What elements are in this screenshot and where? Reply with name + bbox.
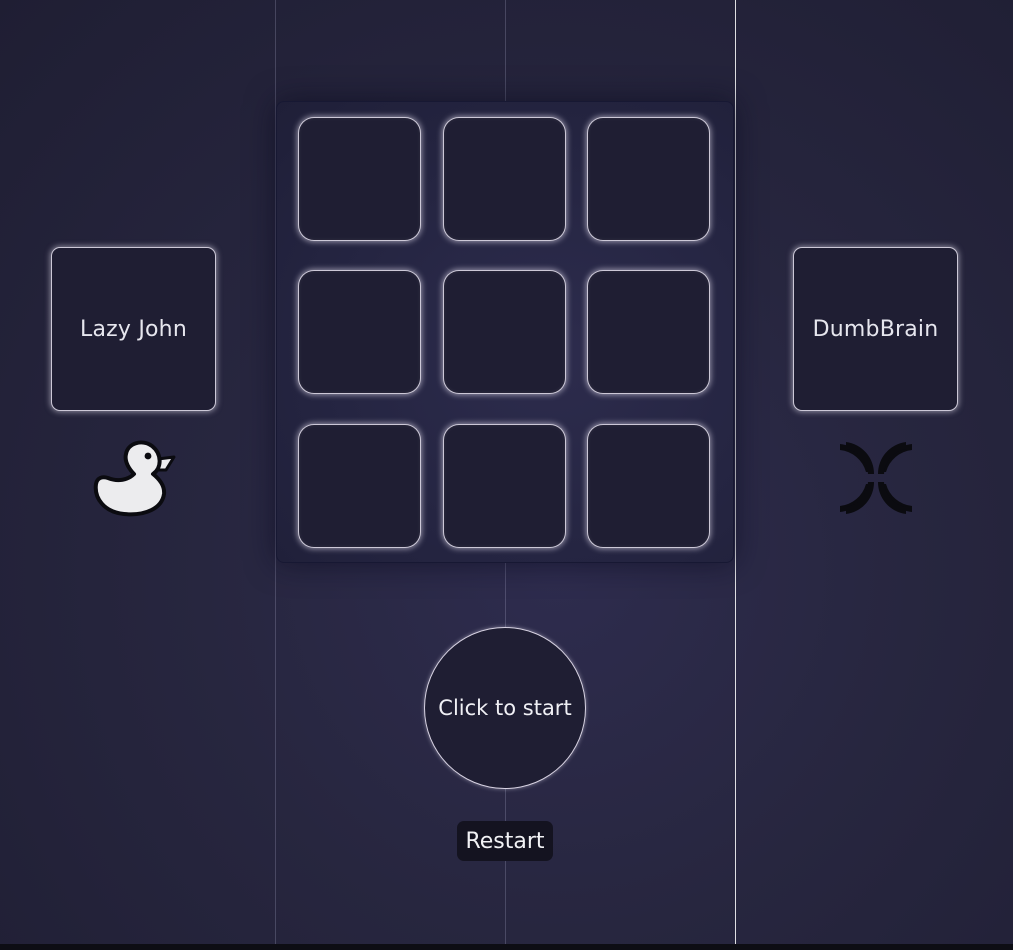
- player-card-left: Lazy John: [51, 247, 216, 411]
- bottom-bar: [0, 944, 1013, 950]
- player-name-right: DumbBrain: [812, 316, 939, 342]
- board-cell-3[interactable]: [587, 117, 710, 241]
- restart-button[interactable]: Restart: [457, 821, 553, 861]
- board-cell-1[interactable]: [298, 117, 421, 241]
- four-arcs-icon: [840, 442, 912, 514]
- player-name-left: Lazy John: [80, 316, 187, 342]
- duck-icon: [93, 440, 176, 517]
- board-cell-9[interactable]: [587, 424, 710, 548]
- guide-line-right: [735, 0, 736, 944]
- board-cell-2[interactable]: [443, 117, 566, 241]
- board-cell-8[interactable]: [443, 424, 566, 548]
- start-button[interactable]: Click to start: [424, 627, 586, 789]
- board-cell-5[interactable]: [443, 270, 566, 394]
- game-board: [276, 101, 734, 563]
- board-cell-4[interactable]: [298, 270, 421, 394]
- board-cell-7[interactable]: [298, 424, 421, 548]
- player-card-right: DumbBrain: [793, 247, 958, 411]
- board-cell-6[interactable]: [587, 270, 710, 394]
